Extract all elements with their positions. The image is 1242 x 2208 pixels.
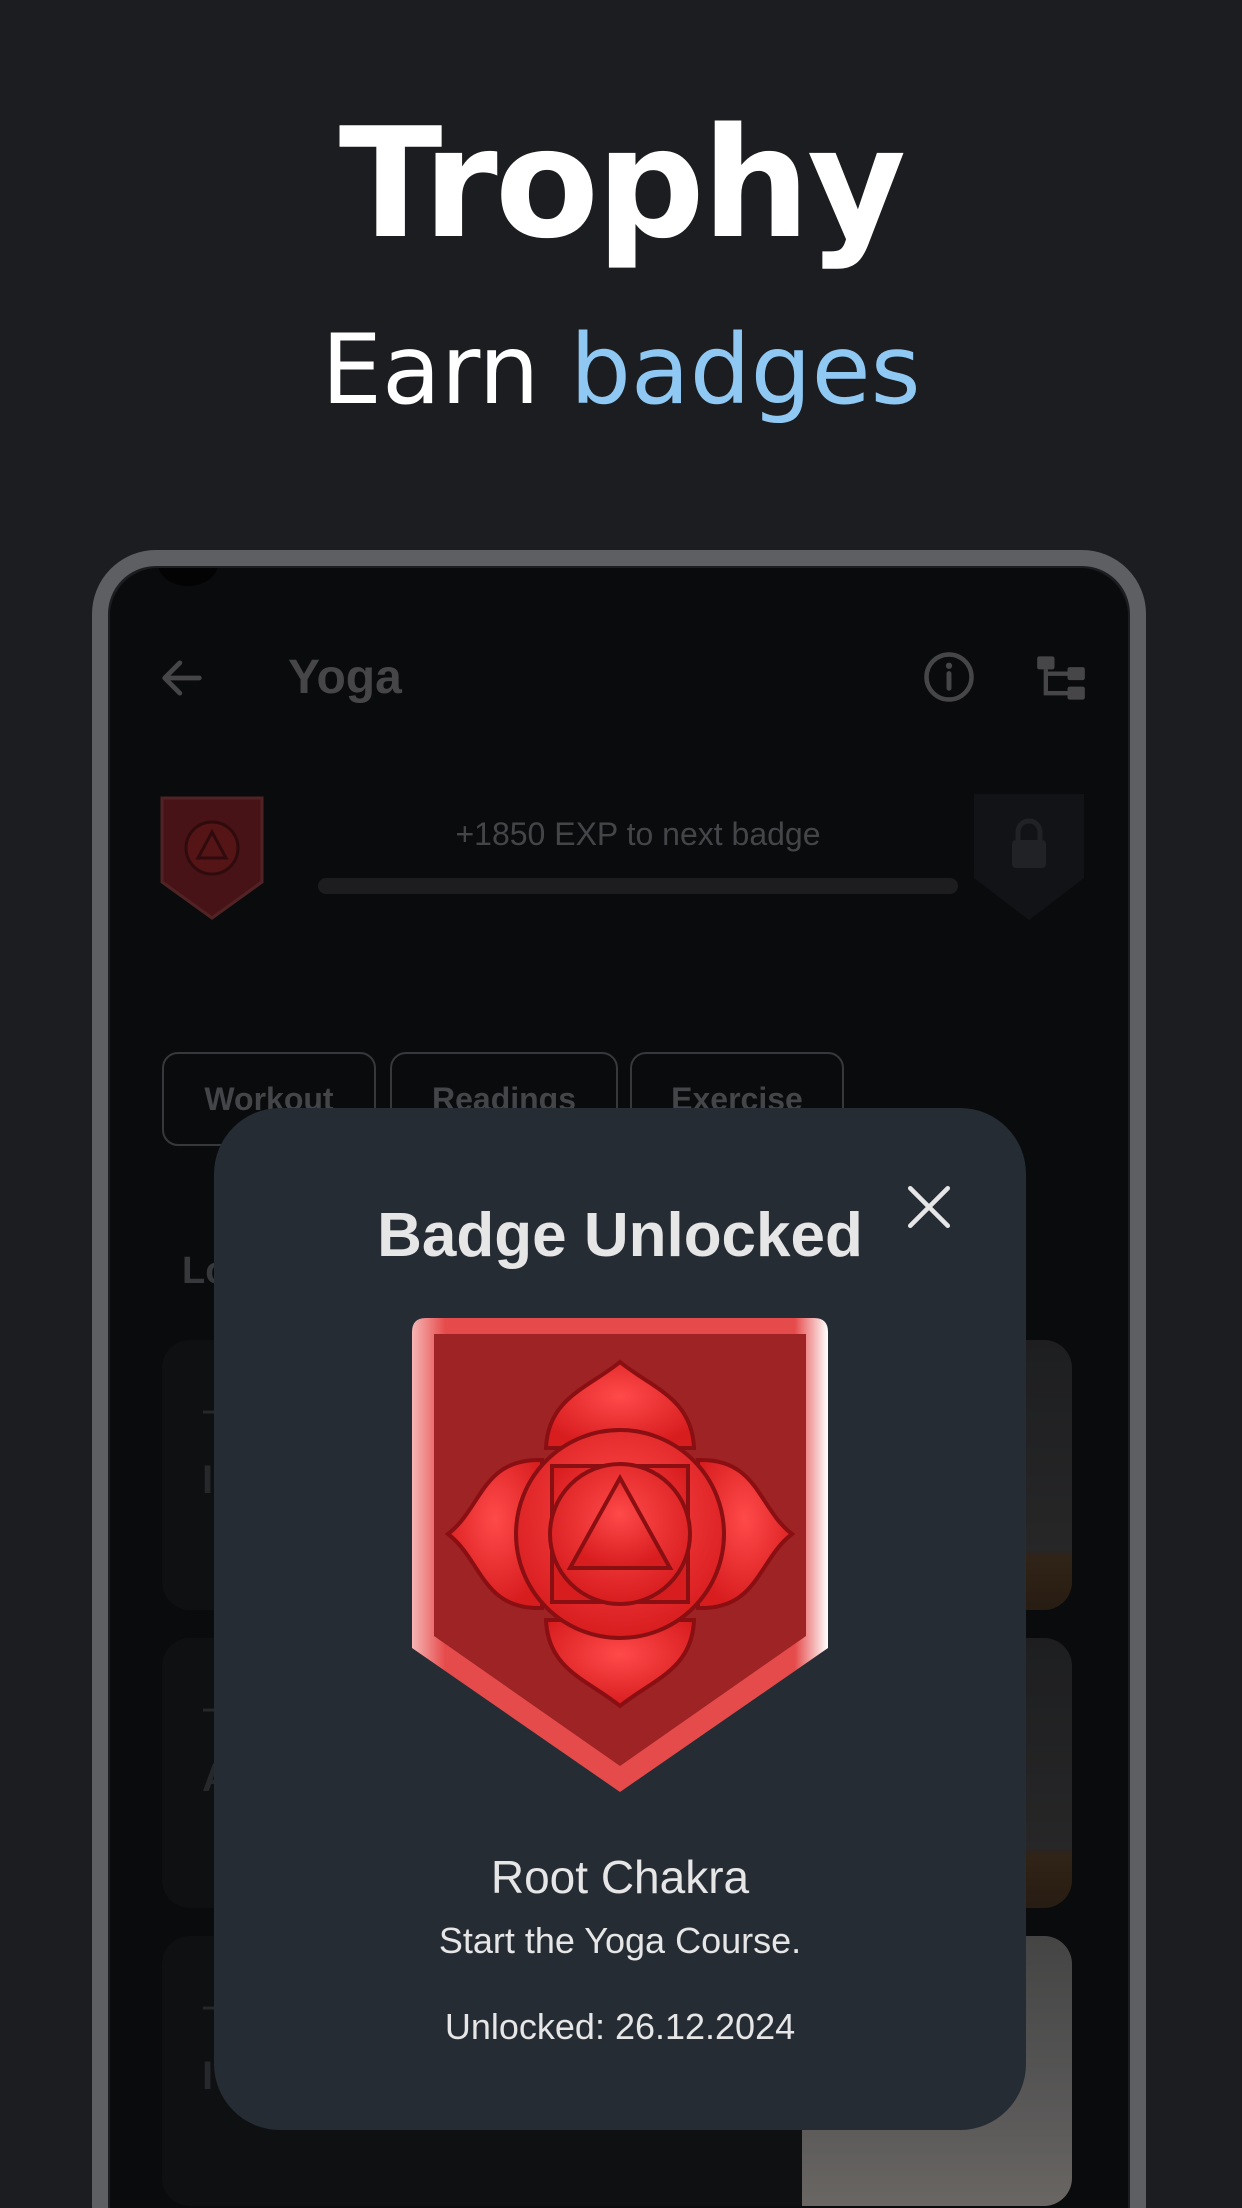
- promo-title: Trophy: [338, 95, 906, 272]
- promo-subtitle-plain: Earn: [321, 314, 570, 426]
- badge-description: Start the Yoga Course.: [438, 1920, 802, 1961]
- promo-subtitle-accent: badges: [569, 314, 921, 426]
- badge-unlocked-date: Unlocked: 26.12.2024: [444, 2006, 796, 2047]
- badge-unlocked-dialog: Badge Unlocked Root Chakra Start the Yog…: [214, 1108, 1026, 2130]
- root-chakra-badge-icon: [412, 1318, 828, 1792]
- badge-name: Root Chakra: [490, 1851, 750, 1903]
- close-icon[interactable]: [904, 1182, 954, 1232]
- promo-subtitle: Earn badges: [0, 322, 1242, 418]
